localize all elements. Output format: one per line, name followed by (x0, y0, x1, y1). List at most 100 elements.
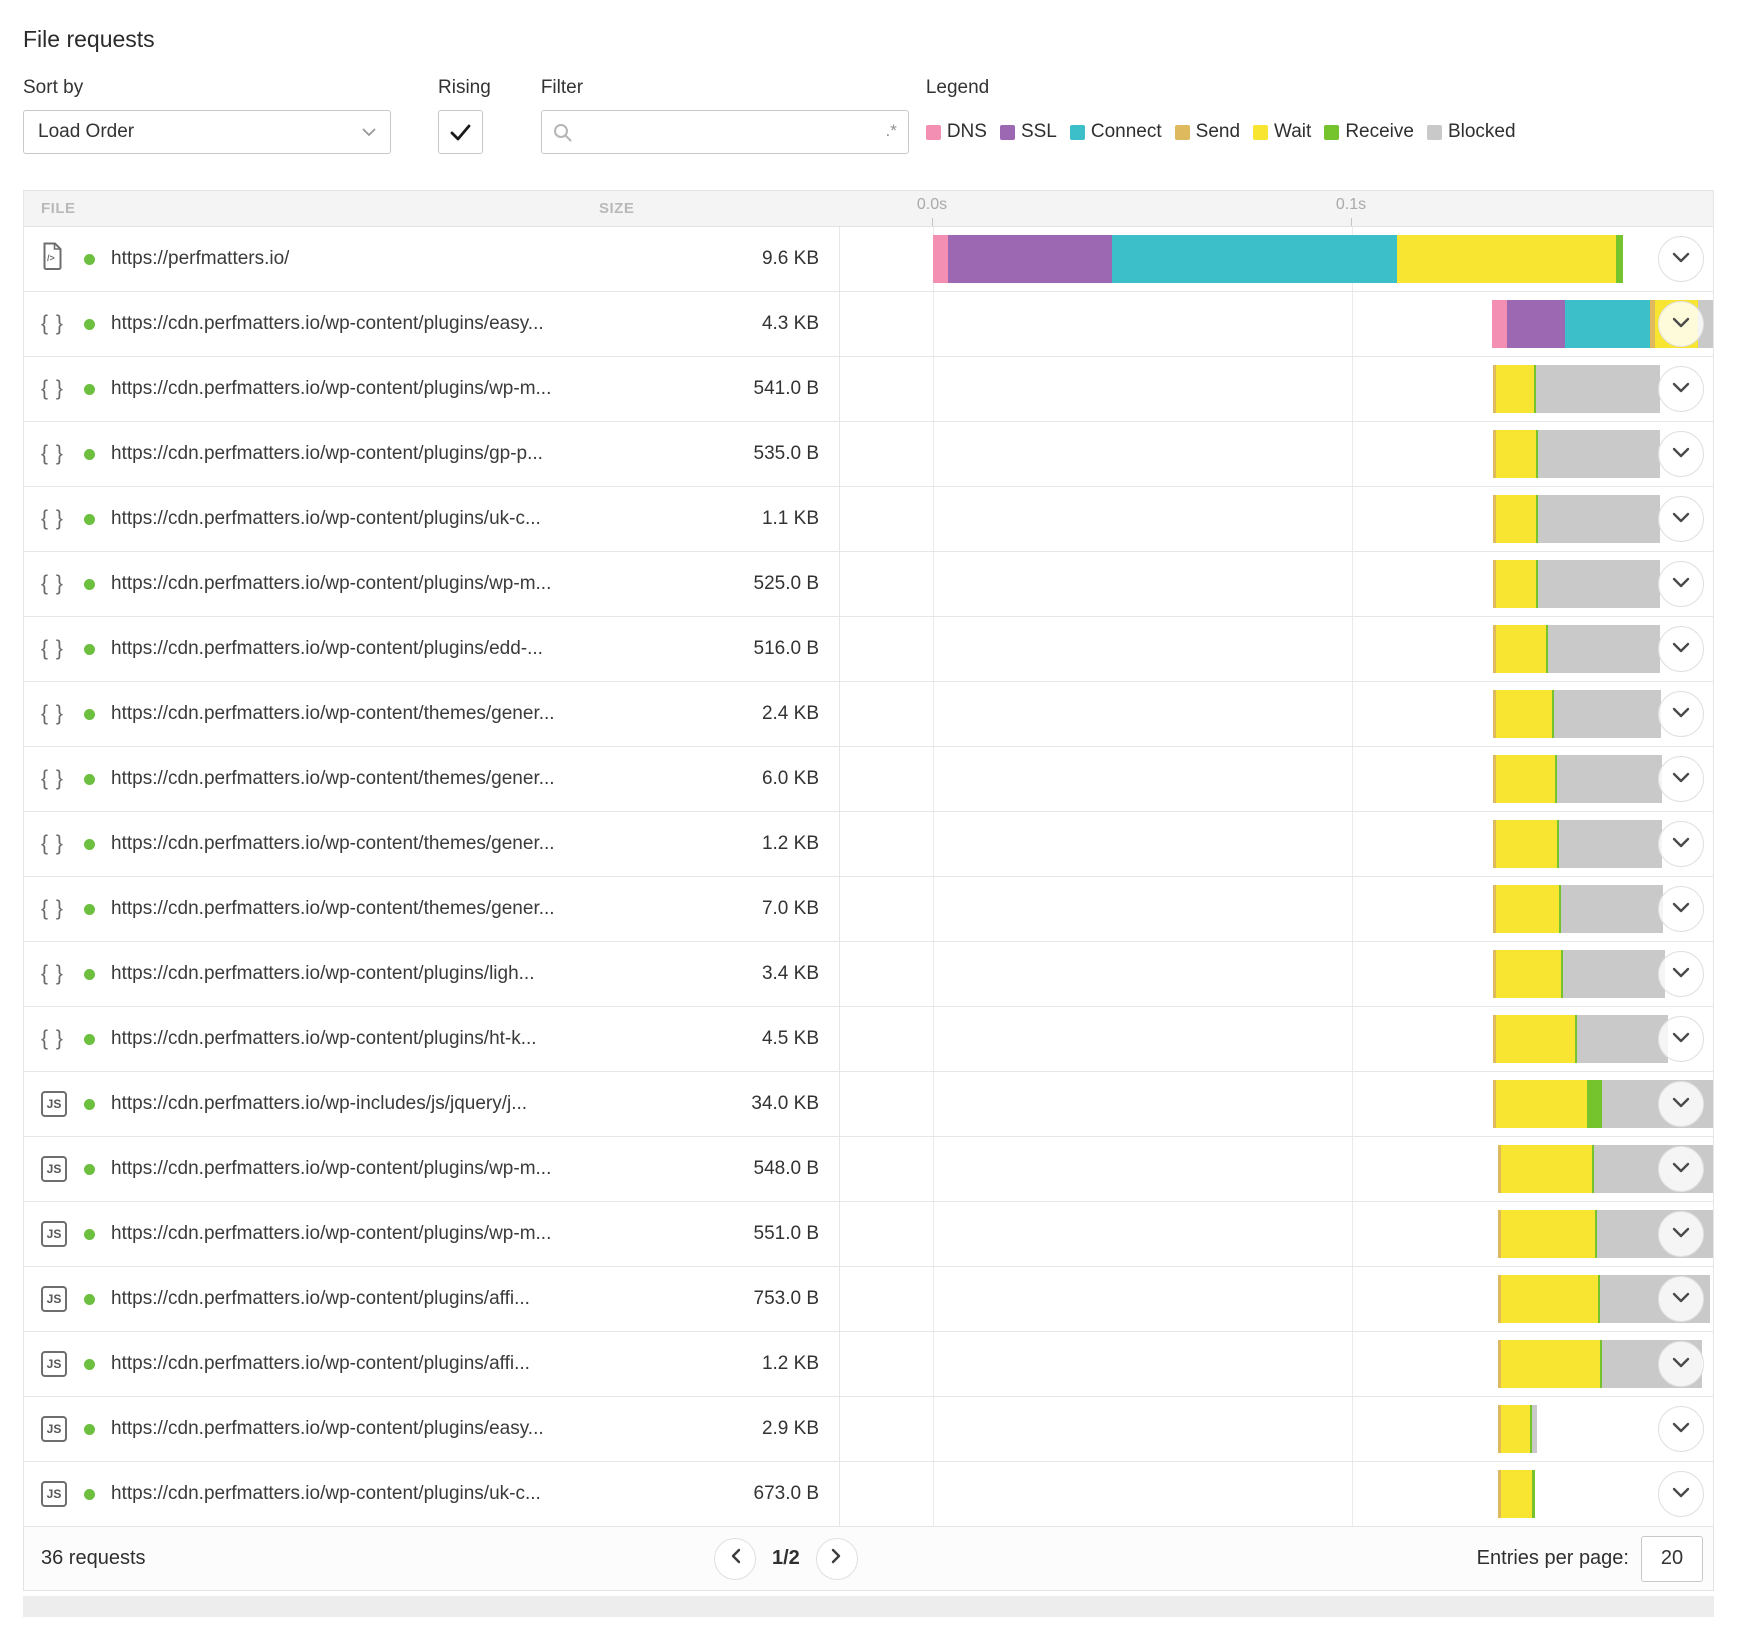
chevron-down-icon (1672, 1290, 1690, 1308)
waterfall-cell (839, 682, 1713, 746)
timeline-gridline (933, 617, 934, 681)
file-cell: /> { } JS https://cdn.perfmatters.io/wp-… (24, 1091, 599, 1117)
entries-per-page-group: Entries per page: (1477, 1527, 1703, 1590)
timeline-gridline (933, 942, 934, 1006)
entries-per-page-label: Entries per page: (1477, 1547, 1629, 1570)
segment-wait (1496, 820, 1557, 868)
request-size: 1.2 KB (599, 1353, 839, 1375)
file-cell: /> { } JS https://cdn.perfmatters.io/wp-… (24, 832, 599, 856)
request-size: 7.0 KB (599, 898, 839, 920)
expand-row-button[interactable] (1658, 1341, 1704, 1387)
column-header-size: SIZE (599, 200, 839, 217)
waterfall-cell (839, 1072, 1713, 1136)
segment-ssl (1507, 300, 1565, 348)
request-url: https://cdn.perfmatters.io/wp-includes/j… (111, 1093, 527, 1115)
js-file-icon: JS (41, 1481, 67, 1507)
css-file-icon: { } (41, 702, 64, 726)
expand-row-button[interactable] (1658, 561, 1704, 607)
table-row: /> { } JS https://cdn.perfmatters.io/wp-… (24, 1267, 1713, 1332)
expand-row-button[interactable] (1658, 1016, 1704, 1062)
expand-row-button[interactable] (1658, 626, 1704, 672)
segment-wait (1496, 755, 1555, 803)
segment-receive (1532, 1470, 1535, 1518)
legend-item: Blocked (1427, 121, 1516, 143)
expand-row-button[interactable] (1658, 496, 1704, 542)
chevron-down-icon (1672, 770, 1690, 788)
timeline-gridline (1352, 682, 1353, 746)
expand-row-button[interactable] (1658, 1081, 1704, 1127)
table-row: /> { } JS https://cdn.perfmatters.io/wp-… (24, 357, 1713, 422)
status-dot (84, 904, 95, 915)
timeline-gridline (1352, 617, 1353, 681)
expand-row-button[interactable] (1658, 821, 1704, 867)
expand-row-button[interactable] (1658, 1406, 1704, 1452)
rising-group: Rising (438, 77, 491, 154)
expand-row-button[interactable] (1658, 886, 1704, 932)
expand-row-button[interactable] (1658, 301, 1704, 347)
expand-row-button[interactable] (1658, 1146, 1704, 1192)
table-row: /> { } JS https://cdn.perfmatters.io/wp-… (24, 1007, 1713, 1072)
status-dot (84, 319, 95, 330)
expand-row-button[interactable] (1658, 691, 1704, 737)
filter-input[interactable] (541, 110, 909, 154)
css-file-icon: { } (41, 572, 64, 596)
status-dot (84, 384, 95, 395)
request-url: https://cdn.perfmatters.io/wp-content/pl… (111, 1353, 530, 1375)
segment-blocked (1536, 365, 1660, 413)
segment-wait (1496, 495, 1536, 543)
segment-blocked (1554, 690, 1661, 738)
segment-blocked (1559, 820, 1662, 868)
check-icon (450, 124, 471, 141)
entries-per-page-input[interactable] (1641, 1536, 1703, 1582)
segment-connect (1565, 300, 1650, 348)
request-url: https://cdn.perfmatters.io/wp-content/pl… (111, 1223, 551, 1245)
timeline-gridline (933, 292, 934, 356)
timeline-gridline (933, 1007, 934, 1071)
expand-row-button[interactable] (1658, 236, 1704, 282)
expand-row-button[interactable] (1658, 1276, 1704, 1322)
css-file-icon: { } (41, 377, 64, 401)
js-file-icon: JS (41, 1221, 67, 1247)
sort-by-value: Load Order (38, 121, 362, 143)
next-page-button[interactable] (816, 1538, 858, 1580)
rising-checkbox[interactable] (438, 110, 483, 154)
expand-row-button[interactable] (1658, 1211, 1704, 1257)
sort-group: Sort by Load Order (23, 77, 391, 154)
expand-row-button[interactable] (1658, 951, 1704, 997)
page-indicator: 1/2 (772, 1547, 800, 1570)
expand-row-button[interactable] (1658, 366, 1704, 412)
file-cell: /> { } JS https://cdn.perfmatters.io/wp-… (24, 767, 599, 791)
status-dot (84, 1034, 95, 1045)
segment-ssl (948, 235, 1112, 283)
legend-group: Legend DNS SSL Connect Send Wait Receive… (926, 77, 1529, 154)
file-cell: /> { } JS https://cdn.perfmatters.io/wp-… (24, 1481, 599, 1507)
expand-row-button[interactable] (1658, 431, 1704, 477)
file-cell: /> { } JS https://cdn.perfmatters.io/wp-… (24, 1286, 599, 1312)
timeline-gridline (933, 1332, 934, 1396)
expand-row-button[interactable] (1658, 756, 1704, 802)
request-url: https://cdn.perfmatters.io/wp-content/th… (111, 768, 555, 790)
status-dot (84, 1424, 95, 1435)
sort-by-select[interactable]: Load Order (23, 110, 391, 154)
status-dot (84, 1294, 95, 1305)
waterfall-cell (839, 1202, 1713, 1266)
segment-wait (1496, 950, 1561, 998)
previous-page-button[interactable] (714, 1538, 756, 1580)
segment-wait (1501, 1275, 1598, 1323)
timeline-gridline (933, 1267, 934, 1331)
table-row: /> { } JS https://cdn.perfmatters.io/wp-… (24, 1137, 1713, 1202)
segment-blocked (1577, 1015, 1668, 1063)
status-dot (84, 1489, 95, 1500)
status-dot (84, 449, 95, 460)
table-row: /> { } JS https://cdn.perfmatters.io/wp-… (24, 812, 1713, 877)
chevron-down-icon (1672, 835, 1690, 853)
file-cell: /> { } JS https://cdn.perfmatters.io/wp-… (24, 442, 599, 466)
segment-wait (1397, 235, 1616, 283)
status-dot (84, 514, 95, 525)
filter-label: Filter (541, 77, 909, 99)
expand-row-button[interactable] (1658, 1471, 1704, 1517)
waterfall-cell (839, 1007, 1713, 1071)
request-size: 9.6 KB (599, 248, 839, 270)
request-size: 6.0 KB (599, 768, 839, 790)
file-cell: /> { } JS https://cdn.perfmatters.io/wp-… (24, 312, 599, 336)
